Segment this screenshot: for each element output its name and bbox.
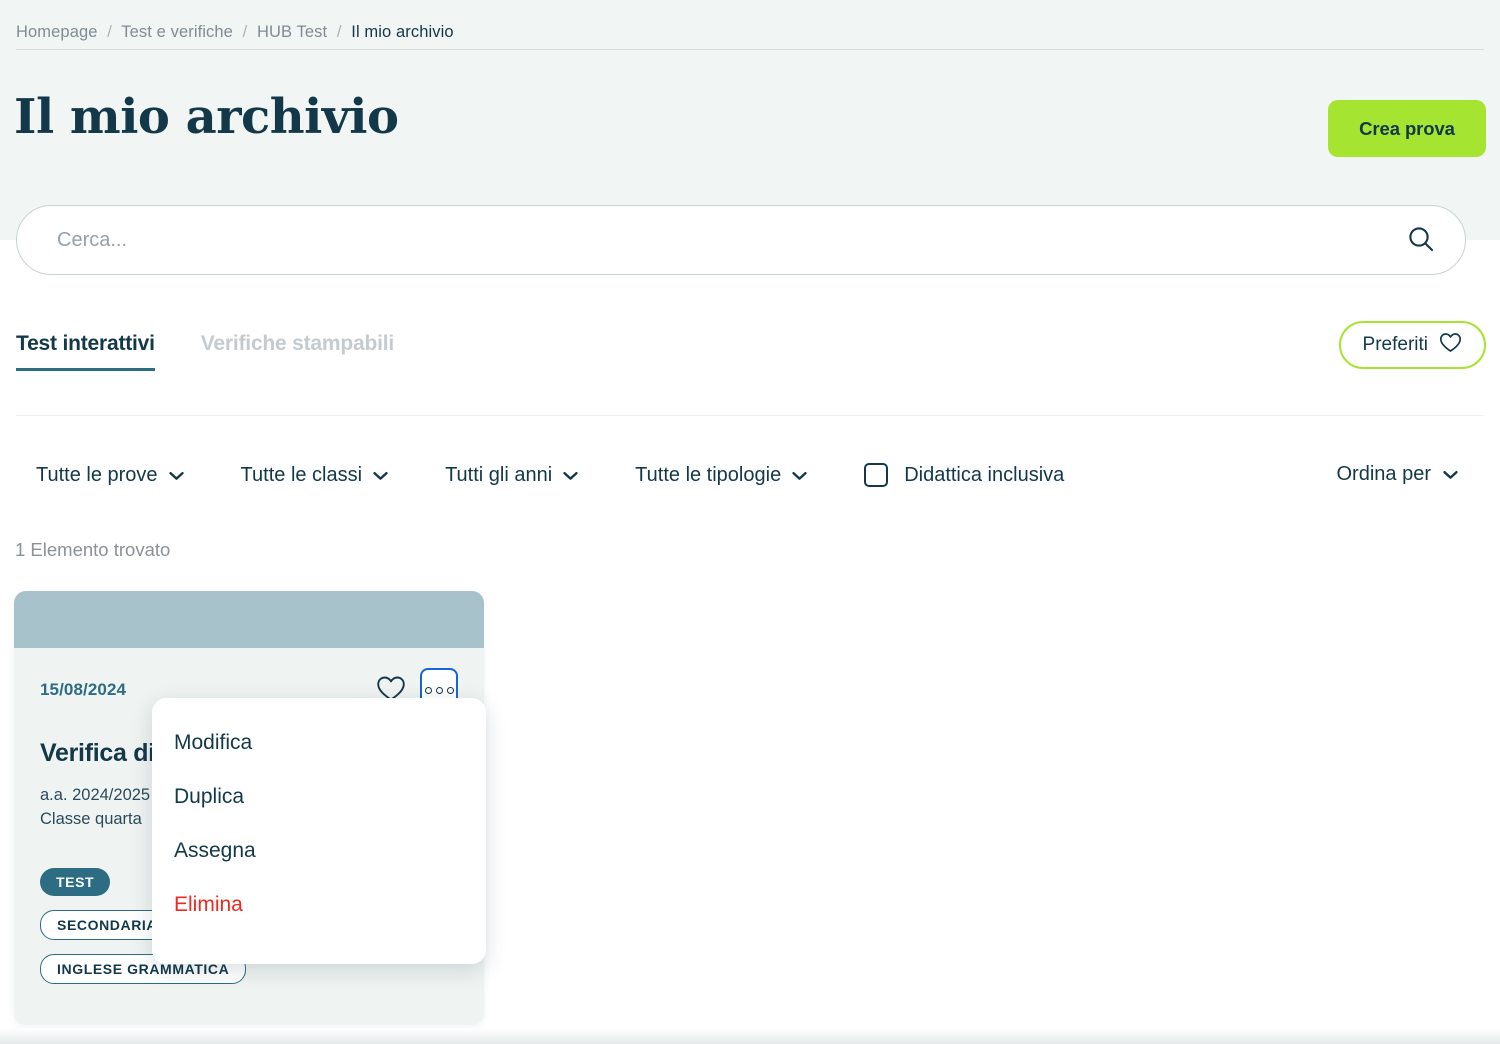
page-title: Il mio archivio [14, 89, 399, 145]
results-count: 1 Elemento trovato [15, 539, 171, 560]
card-date: 15/08/2024 [40, 680, 127, 699]
tab-list: Test interattivi Verifiche stampabili [16, 332, 394, 371]
sort-by-dropdown[interactable]: Ordina per [1337, 463, 1459, 486]
menu-item-elimina[interactable]: Elimina [152, 878, 486, 932]
filter-tutte-le-prove[interactable]: Tutte le prove [36, 464, 184, 487]
chevron-down-icon [373, 464, 388, 487]
breadcrumb-divider [16, 49, 1484, 50]
didattica-inclusiva-checkbox[interactable]: Didattica inclusiva [864, 463, 1064, 487]
menu-item-duplica[interactable]: Duplica [152, 770, 486, 824]
filter-label: Tutte le classi [240, 463, 363, 486]
create-test-button[interactable]: Crea prova [1328, 100, 1486, 157]
tab-test-interattivi[interactable]: Test interattivi [16, 332, 155, 371]
breadcrumb-item-test-e-verifiche[interactable]: Test e verifiche [121, 23, 233, 41]
filter-tutte-le-tipologie[interactable]: Tutte le tipologie [635, 464, 807, 487]
breadcrumb-item-hub-test[interactable]: HUB Test [257, 23, 327, 41]
chevron-down-icon [563, 464, 578, 487]
filter-label: Tutti gli anni [445, 463, 553, 486]
search-bar[interactable] [16, 205, 1466, 275]
search-input[interactable] [57, 228, 1401, 252]
filter-tutte-le-classi[interactable]: Tutte le classi [241, 464, 389, 487]
filter-tutti-gli-anni[interactable]: Tutti gli anni [445, 464, 578, 487]
favorites-button-label: Preferiti [1362, 334, 1428, 355]
three-dots-icon [435, 686, 443, 694]
breadcrumb-separator: / [107, 23, 112, 41]
card-context-menu: Modifica Duplica Assegna Elimina [152, 698, 486, 964]
section-divider [16, 415, 1484, 416]
checkbox-box-icon[interactable] [864, 463, 889, 487]
tab-verifiche-stampabili[interactable]: Verifiche stampabili [201, 332, 394, 368]
three-dots-icon [424, 686, 432, 694]
breadcrumb-separator: / [242, 23, 248, 41]
filter-label: Tutte le prove [36, 463, 158, 486]
filter-label: Tutte le tipologie [635, 463, 782, 486]
chevron-down-icon [168, 464, 184, 487]
chevron-down-icon [792, 464, 807, 487]
breadcrumb-item-homepage[interactable]: Homepage [16, 23, 98, 41]
search-submit-button[interactable] [1401, 220, 1441, 260]
card-cover-banner [14, 591, 484, 648]
menu-item-assegna[interactable]: Assegna [152, 824, 486, 878]
breadcrumb: Homepage / Test e verifiche / HUB Test /… [16, 23, 454, 42]
card-tag-test: TEST [40, 867, 111, 896]
heart-icon [1439, 332, 1462, 359]
checkbox-label: Didattica inclusiva [904, 463, 1065, 486]
page-bottom-shadow [0, 1028, 1500, 1044]
breadcrumb-separator: / [336, 23, 342, 41]
menu-item-modifica[interactable]: Modifica [152, 716, 486, 770]
sort-label: Ordina per [1336, 463, 1432, 485]
chevron-down-icon [1443, 463, 1458, 486]
favorites-filter-button[interactable]: Preferiti [1338, 321, 1486, 369]
filter-bar: Tutte le prove Tutte le classi Tutti gli… [36, 463, 1064, 487]
three-dots-icon [446, 686, 454, 694]
breadcrumb-item-current: Il mio archivio [351, 23, 454, 41]
search-icon [1406, 224, 1436, 257]
